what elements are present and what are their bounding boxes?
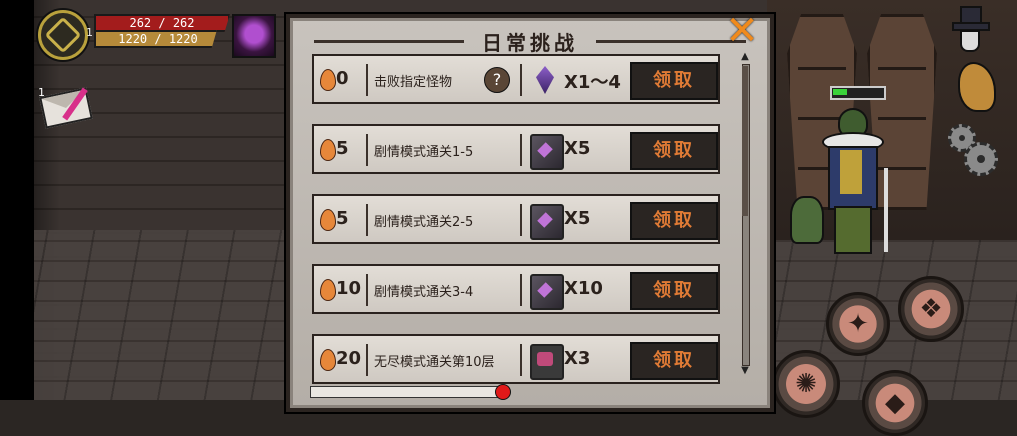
skill-book-icon [530, 134, 564, 170]
reward-quantity: X1～4 [564, 72, 621, 93]
character-portrait-icon[interactable] [232, 14, 276, 58]
progress-marker [495, 384, 511, 400]
treasure-chest-icon [530, 344, 564, 380]
claim-button[interactable]: 领取 [630, 202, 718, 240]
task-name: 无尽模式通关第10层 [374, 355, 495, 370]
claim-button[interactable]: 领取 [630, 132, 718, 170]
reward-quantity: X10 [564, 278, 603, 299]
skill-button[interactable]: ❖ [898, 276, 964, 342]
mp-bar: 1220 / 1220 [94, 30, 217, 48]
flame-icon [320, 139, 336, 161]
panel-title: 日常挑战 [482, 30, 578, 55]
npc-pet [790, 196, 824, 244]
hp-bar: 262 / 262 [94, 14, 230, 32]
divider [520, 64, 522, 96]
scroll-down-icon[interactable]: ▼ [738, 366, 752, 376]
task-points: 5 [336, 138, 349, 159]
player-level: 1 [86, 26, 93, 39]
divider [520, 134, 522, 166]
skill-book-icon [530, 204, 564, 240]
reward-quantity: X5 [564, 208, 591, 229]
task-name: 剧情模式通关1-5 [374, 145, 474, 160]
task-points: 20 [336, 348, 362, 369]
task-points: 10 [336, 278, 362, 299]
divider [520, 204, 522, 236]
scroll-thumb[interactable] [742, 66, 748, 216]
task-row: 20 无尽模式通关第10层 X3 领取 [312, 334, 720, 384]
divider [520, 274, 522, 306]
help-icon[interactable]: ? [484, 67, 510, 93]
settings-gear-icon[interactable] [964, 142, 998, 176]
activity-progress-bar [310, 386, 504, 398]
task-row: 10 剧情模式通关3-4 X10 领取 [312, 264, 720, 314]
claim-button[interactable]: 领取 [630, 342, 718, 380]
claim-button[interactable]: 领取 [630, 62, 718, 100]
claim-button[interactable]: 领取 [630, 272, 718, 310]
flame-icon [320, 279, 336, 301]
divider [520, 344, 522, 376]
guild-emblem-icon[interactable] [38, 10, 88, 60]
panel-header: 日常挑战 [290, 26, 770, 56]
skill-book-icon [530, 274, 564, 310]
flame-icon [320, 69, 336, 91]
task-points: 5 [336, 208, 349, 229]
battery-icon [830, 86, 886, 100]
top-hat-character-icon[interactable] [950, 6, 990, 52]
list-scrollbar[interactable]: ▲ ▼ [738, 52, 752, 376]
divider [366, 134, 368, 166]
task-name: 剧情模式通关3-4 [374, 285, 474, 300]
divider [366, 204, 368, 236]
task-name: 剧情模式通关2-5 [374, 215, 474, 230]
task-list[interactable]: 0 击败指定怪物 ? X1～4 领取 5 剧情模式通关1-5 X5 领取 5 剧… [312, 54, 722, 384]
divider [366, 64, 368, 96]
task-row: 5 剧情模式通关2-5 X5 领取 [312, 194, 720, 244]
skill-button[interactable]: ◆ [862, 370, 928, 436]
task-row: 0 击败指定怪物 ? X1～4 领取 [312, 54, 720, 104]
close-icon[interactable]: ✕ [724, 11, 760, 51]
purple-crystal-icon [530, 64, 560, 96]
task-row: 5 剧情模式通关1-5 X5 领取 [312, 124, 720, 174]
scroll-up-icon[interactable]: ▲ [738, 52, 752, 62]
divider [366, 344, 368, 376]
flame-icon [320, 209, 336, 231]
skill-button[interactable]: ✦ [826, 292, 890, 356]
reward-quantity: X3 [564, 348, 591, 369]
task-name: 击败指定怪物 [374, 75, 453, 90]
skill-button[interactable]: ✺ [772, 350, 840, 418]
task-points: 0 [336, 68, 349, 89]
flame-icon [320, 349, 336, 371]
screen-edge [0, 0, 34, 400]
divider [366, 274, 368, 306]
reward-quantity: X5 [564, 138, 591, 159]
